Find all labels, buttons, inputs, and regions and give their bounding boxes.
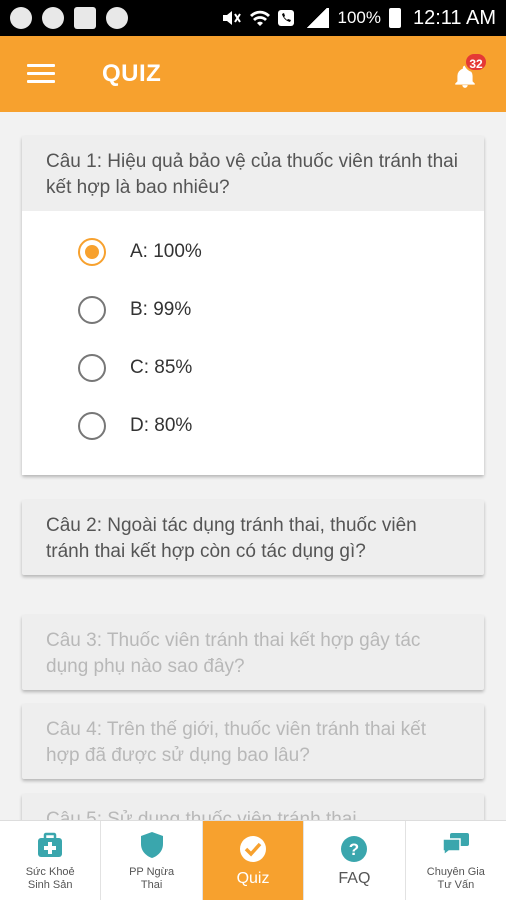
wifi-icon [249,9,271,27]
nav-item-contraception[interactable]: PP Ngừa Thai [101,821,203,900]
nav-label: FAQ [338,869,371,887]
question-card-5[interactable]: Câu 5: Sử dụng thuốc viên tránh thai [22,794,484,820]
question-text[interactable]: Câu 1: Hiệu quả bảo vệ của thuốc viên tr… [22,136,484,211]
menu-icon[interactable] [27,64,55,84]
question-text[interactable]: Câu 5: Sử dụng thuốc viên tránh thai [22,794,484,820]
answer-label: B: 99% [130,299,192,320]
answer-list: A: 100% B: 99% C: 85% D: 80% [22,211,484,475]
question-circle-icon: ? [341,835,368,862]
notification-button[interactable]: 32 [448,52,488,92]
bottom-navigation: Sức Khoẻ Sinh Sản PP Ngừa Thai Quiz ? FA… [0,820,506,900]
medical-kit-icon [38,832,63,857]
notification-badge: 32 [464,52,488,72]
answer-option-c[interactable]: C: 85% [22,339,484,397]
clock: 12:11 AM [412,6,496,29]
chat-icon [442,832,469,857]
nav-item-expert-advice[interactable]: Chuyên Gia Tư Vấn [406,821,506,900]
question-card-2[interactable]: Câu 2: Ngoài tác dụng tránh thai, thuốc … [22,500,484,575]
messenger-icon [42,7,64,29]
radio-icon[interactable] [78,296,106,324]
question-card-1[interactable]: Câu 1: Hiệu quả bảo vệ của thuốc viên tr… [22,136,484,475]
status-notification-icons [10,7,128,29]
phone-icon [277,9,297,27]
shield-status-icon [106,7,128,29]
radio-icon[interactable] [78,354,106,382]
question-text[interactable]: Câu 3: Thuốc viên tránh thai kết hợp gây… [22,615,484,690]
radio-icon[interactable] [78,412,106,440]
shield-icon [140,831,163,858]
nav-item-faq[interactable]: ? FAQ [304,821,406,900]
steam-icon [10,7,32,29]
nav-item-reproductive-health[interactable]: Sức Khoẻ Sinh Sản [0,821,102,900]
nav-label: Sức Khoẻ Sinh Sản [25,865,75,891]
answer-option-d[interactable]: D: 80% [22,397,484,455]
check-circle-icon [240,835,267,862]
answer-label: A: 100% [130,241,202,262]
question-text[interactable]: Câu 2: Ngoài tác dụng tránh thai, thuốc … [22,500,484,575]
status-bar: 100% 12:11 AM [0,0,506,36]
battery-percent: 100% [337,8,381,27]
gallery-icon [74,7,96,29]
question-text[interactable]: Câu 4: Trên thế giới, thuốc viên tránh t… [22,704,484,779]
question-card-3[interactable]: Câu 3: Thuốc viên tránh thai kết hợp gây… [22,615,484,690]
answer-label: C: 85% [130,357,193,378]
quiz-list[interactable]: Câu 1: Hiệu quả bảo vệ của thuốc viên tr… [0,112,506,820]
answer-option-a[interactable]: A: 100% [22,223,484,281]
battery-icon [388,8,401,28]
signal-icon [305,8,330,28]
radio-selected-icon[interactable] [78,238,106,266]
answer-label: D: 80% [130,415,193,436]
answer-option-b[interactable]: B: 99% [22,281,484,339]
nav-label: Chuyên Gia Tư Vấn [426,865,485,891]
mute-icon [221,9,242,27]
nav-item-quiz[interactable]: Quiz [202,821,305,900]
nav-label: PP Ngừa Thai [129,865,175,891]
question-card-4[interactable]: Câu 4: Trên thế giới, thuốc viên tránh t… [22,704,484,779]
app-bar: QUIZ 32 [0,36,506,112]
nav-label: Quiz [236,869,270,887]
page-title: QUIZ [102,60,162,87]
svg-text:?: ? [349,840,359,859]
